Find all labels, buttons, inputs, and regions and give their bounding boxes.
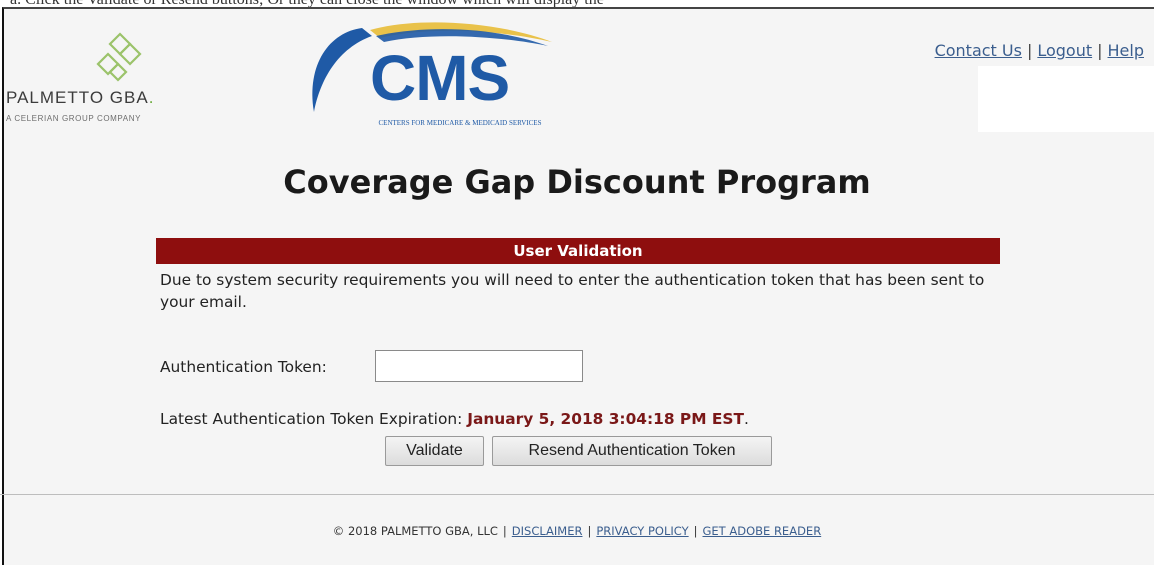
help-link[interactable]: Help [1108, 41, 1144, 60]
header-blank-panel [978, 66, 1154, 132]
instructions-text: Due to system security requirements you … [160, 271, 985, 311]
footer-separator: | [693, 524, 698, 538]
user-validation-header: User Validation [156, 238, 1000, 264]
palmetto-subtitle: A CELERIAN GROUP COMPANY [6, 114, 142, 123]
page-title: Coverage Gap Discount Program [283, 163, 871, 201]
cms-wordmark: CMS [370, 42, 510, 114]
palmetto-name-dot: . [148, 88, 155, 107]
link-separator: | [1097, 41, 1103, 60]
expiration-suffix: . [743, 410, 749, 428]
authentication-token-input[interactable] [375, 350, 583, 382]
get-adobe-reader-link[interactable]: GET ADOBE READER [703, 524, 822, 538]
disclaimer-link[interactable]: DISCLAIMER [512, 524, 583, 538]
palmetto-gba-logo: PALMETTO GBA. A CELERIAN GROUP COMPANY [6, 30, 226, 130]
cms-subtitle: CENTERS FOR MEDICARE & MEDICAID SERVICES [378, 119, 542, 127]
cms-logo: CMS CENTERS FOR MEDICARE & MEDICAID SERV… [300, 20, 600, 138]
validate-button[interactable]: Validate [385, 436, 484, 466]
token-expiration: Latest Authentication Token Expiration: … [160, 410, 749, 428]
logout-link[interactable]: Logout [1037, 41, 1092, 60]
link-separator: | [1026, 41, 1033, 60]
footer-separator: | [502, 524, 507, 538]
expiration-date: January 5, 2018 3:04:18 PM EST [467, 410, 744, 428]
palmetto-diamond-logo-icon [96, 32, 142, 82]
footer-separator: | [587, 524, 592, 538]
authentication-token-label: Authentication Token: [160, 358, 327, 376]
header-links: Contact Us | Logout | Help [935, 41, 1144, 60]
palmetto-name-text: PALMETTO GBA [6, 88, 149, 107]
palmetto-company-name: PALMETTO GBA. [6, 88, 154, 108]
contact-us-link[interactable]: Contact Us [935, 41, 1022, 60]
privacy-policy-link[interactable]: PRIVACY POLICY [596, 524, 688, 538]
footer-divider [0, 494, 1154, 495]
copyright-text: © 2018 PALMETTO GBA, LLC [332, 524, 498, 538]
footer: © 2018 PALMETTO GBA, LLC | DISCLAIMER | PRIV… [0, 524, 1154, 538]
resend-token-button[interactable]: Resend Authentication Token [492, 436, 772, 466]
expiration-label: Latest Authentication Token Expiration: [160, 410, 463, 428]
